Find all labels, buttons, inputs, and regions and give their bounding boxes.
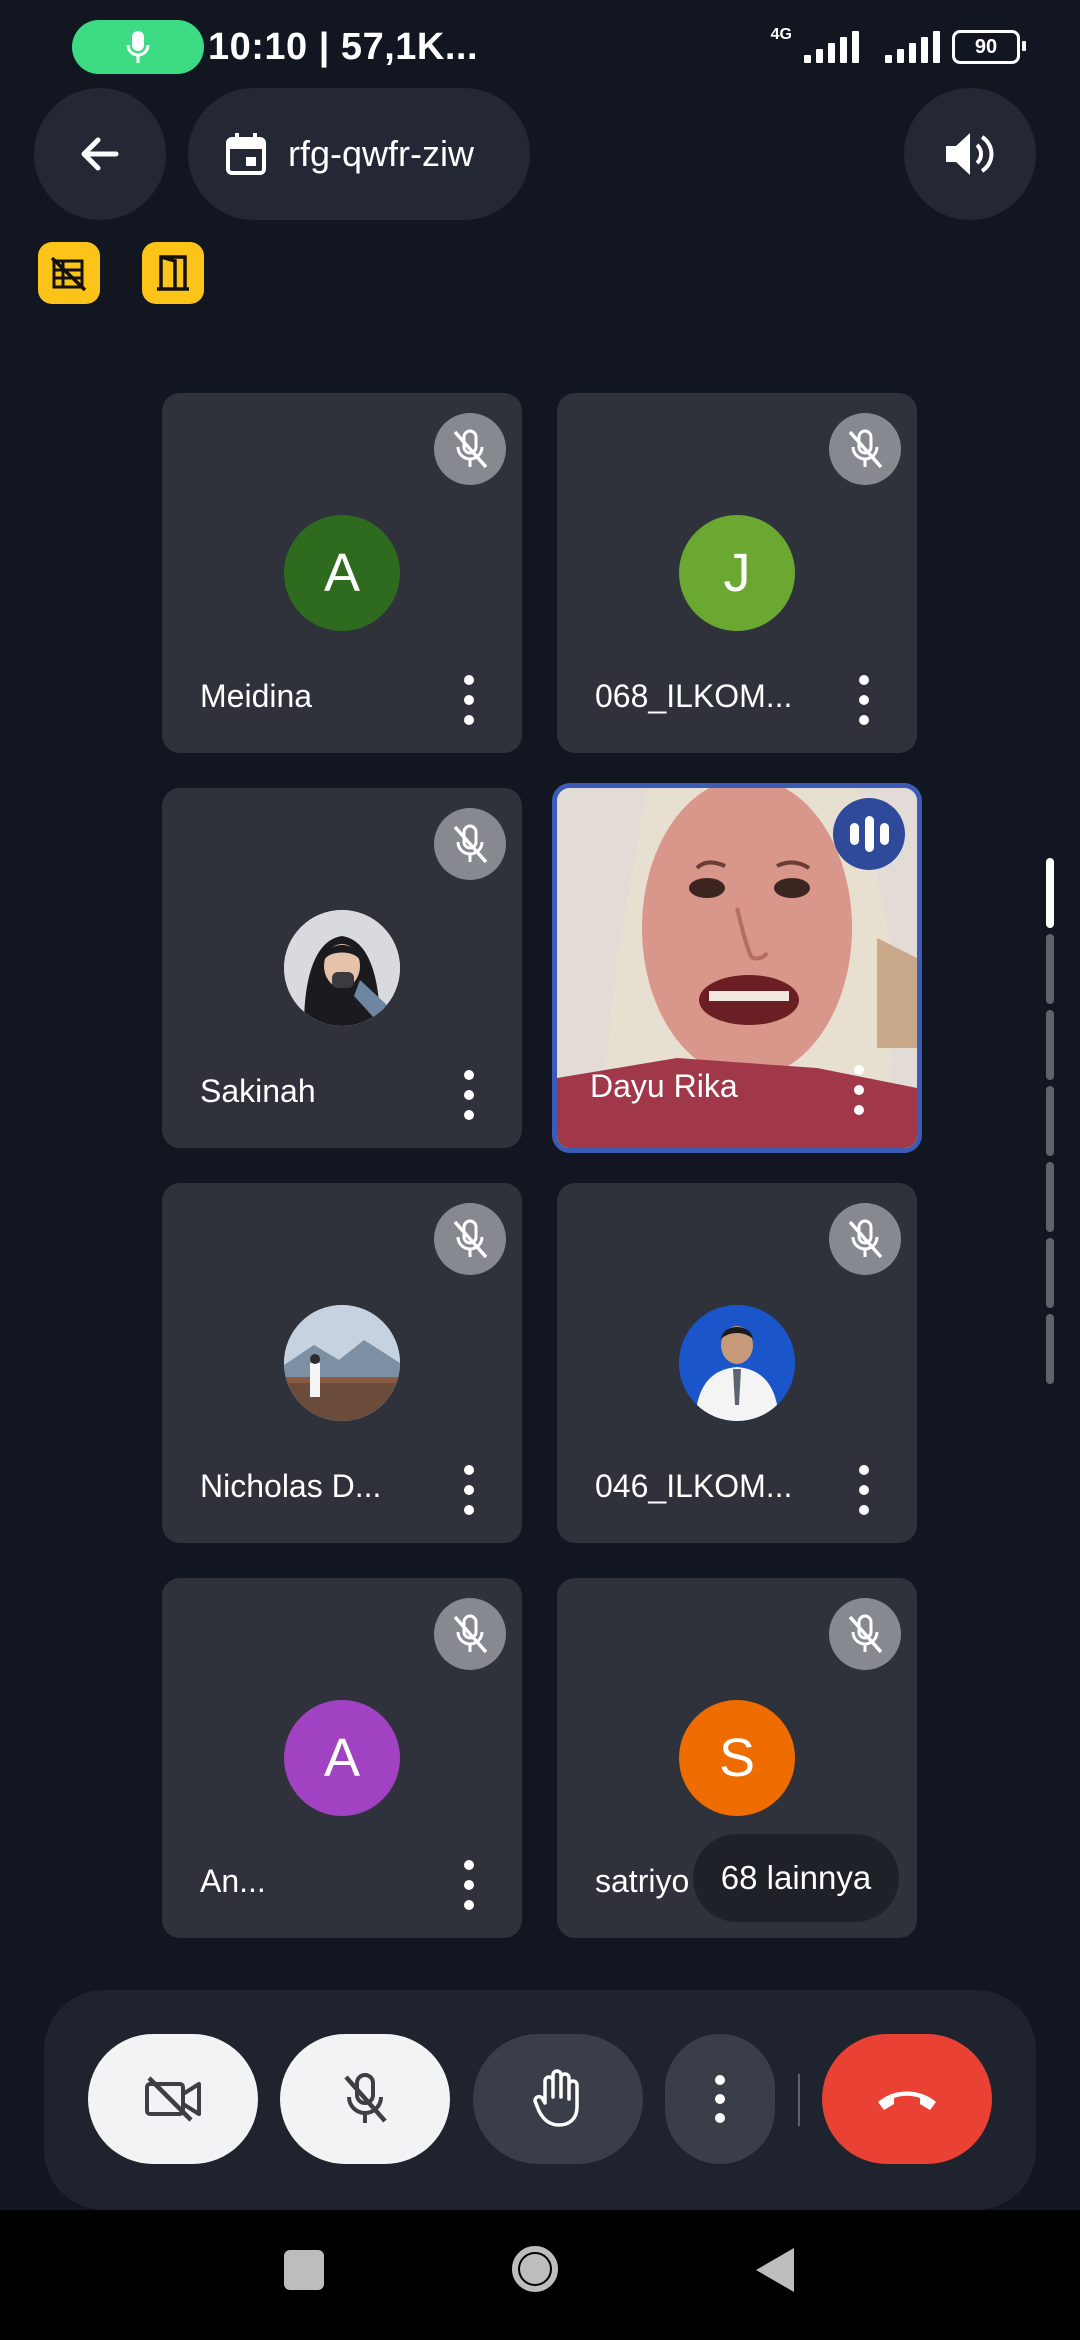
- participant-name: Meidina: [200, 678, 313, 714]
- mic-off-icon: [344, 2073, 387, 2123]
- mic-icon: [126, 31, 150, 63]
- muted-indicator: [434, 1598, 506, 1670]
- more-vert-icon[interactable]: [854, 1065, 864, 1115]
- signal-icon: [885, 31, 940, 63]
- network-type: 4G: [770, 26, 792, 43]
- muted-indicator: [434, 808, 506, 880]
- mic-toggle-button[interactable]: [280, 2034, 450, 2164]
- avatar: A: [284, 1700, 400, 1816]
- status-bar: 10:10 | 57,1K... 4G 90: [0, 0, 1080, 90]
- end-call-button[interactable]: [822, 2034, 992, 2164]
- participant-tile[interactable]: A Meidina: [162, 393, 522, 753]
- door-icon: [157, 255, 189, 291]
- participant-name: Sakinah: [200, 1073, 316, 1109]
- more-vert-icon: [715, 2075, 725, 2123]
- speaking-indicator: [833, 798, 905, 870]
- audio-output-button[interactable]: [904, 88, 1036, 220]
- more-vert-icon[interactable]: [859, 675, 869, 725]
- camera-off-icon: [145, 2076, 201, 2122]
- arrow-back-icon: [81, 137, 119, 171]
- participant-name: 046_ILKOM...: [595, 1468, 793, 1504]
- status-time-info: 10:10 | 57,1K...: [208, 26, 479, 68]
- mic-off-icon: [453, 429, 488, 469]
- mic-off-icon: [453, 1614, 488, 1654]
- divider: [798, 2074, 800, 2126]
- avatar-photo: [679, 1305, 795, 1421]
- grid-off-icon: [50, 256, 87, 292]
- scrollbar[interactable]: [1046, 858, 1054, 1432]
- mic-off-icon: [453, 824, 488, 864]
- participant-name: Dayu Rika: [590, 1068, 738, 1104]
- mic-off-icon: [848, 1219, 883, 1259]
- raise-hand-button[interactable]: [473, 2034, 643, 2164]
- avatar: J: [679, 515, 795, 631]
- landscape-photo-icon: [284, 1305, 400, 1421]
- calendar-icon: [226, 133, 266, 175]
- mic-off-icon: [453, 1219, 488, 1259]
- home-button[interactable]: [512, 2246, 558, 2292]
- participant-name: satriyo: [595, 1863, 690, 1899]
- call-control-bar: [44, 1990, 1036, 2210]
- participant-name: An...: [200, 1863, 266, 1899]
- mic-indicator-pill[interactable]: [72, 20, 204, 74]
- avatar: S: [679, 1700, 795, 1816]
- avatar: A: [284, 515, 400, 631]
- meeting-code: rfg-qwfr-ziw: [288, 133, 474, 174]
- room-badge[interactable]: [142, 242, 204, 304]
- participant-tile[interactable]: Nicholas D...: [162, 1183, 522, 1543]
- muted-indicator: [829, 1598, 901, 1670]
- raise-hand-icon: [533, 2069, 579, 2127]
- participant-tile[interactable]: 046_ILKOM...: [557, 1183, 917, 1543]
- layout-badge[interactable]: [38, 242, 100, 304]
- participant-tile[interactable]: A An...: [162, 1578, 522, 1938]
- participant-name: Nicholas D...: [200, 1468, 382, 1504]
- person-photo-icon: [679, 1305, 795, 1421]
- person-photo-icon: [284, 910, 400, 1026]
- avatar-photo: [284, 1305, 400, 1421]
- signal-icon: [804, 31, 859, 63]
- participant-tile-video[interactable]: Dayu Rika: [552, 783, 922, 1153]
- recents-button[interactable]: [284, 2250, 324, 2290]
- participant-name: 068_ILKOM...: [595, 678, 793, 714]
- mic-off-icon: [848, 429, 883, 469]
- mic-off-icon: [848, 1614, 883, 1654]
- meeting-info-button[interactable]: rfg-qwfr-ziw: [188, 88, 530, 220]
- muted-indicator: [829, 413, 901, 485]
- more-vert-icon[interactable]: [464, 1070, 474, 1120]
- end-call-icon: [878, 2091, 936, 2110]
- more-vert-icon[interactable]: [859, 1465, 869, 1515]
- more-vert-icon[interactable]: [464, 1465, 474, 1515]
- participant-tile[interactable]: Sakinah: [162, 788, 522, 1148]
- more-vert-icon[interactable]: [464, 675, 474, 725]
- more-participants-button[interactable]: 68 lainnya: [693, 1834, 899, 1922]
- avatar-photo: [284, 910, 400, 1026]
- system-nav-bar: [0, 2210, 1080, 2340]
- more-vert-icon[interactable]: [464, 1860, 474, 1910]
- participant-tile[interactable]: J 068_ILKOM...: [557, 393, 917, 753]
- muted-indicator: [434, 413, 506, 485]
- battery-icon: 90: [952, 30, 1026, 64]
- muted-indicator: [434, 1203, 506, 1275]
- more-options-button[interactable]: [665, 2034, 775, 2164]
- muted-indicator: [829, 1203, 901, 1275]
- volume-icon: [946, 133, 994, 175]
- back-button[interactable]: [34, 88, 166, 220]
- camera-toggle-button[interactable]: [88, 2034, 258, 2164]
- status-icons: 4G 90: [771, 26, 1026, 64]
- battery-level: 90: [974, 35, 998, 58]
- back-nav-button[interactable]: [756, 2248, 794, 2292]
